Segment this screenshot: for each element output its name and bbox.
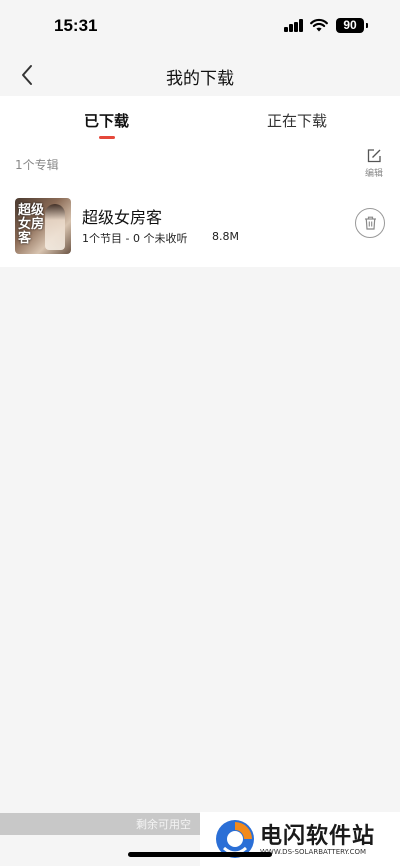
edit-button[interactable]: 编辑	[360, 148, 388, 182]
trash-icon	[365, 216, 376, 230]
watermark-title: 电闪软件站	[260, 824, 376, 849]
wifi-icon	[310, 18, 328, 32]
downloads-panel: 已下载 正在下载 1个专辑 编辑 超级女房客 超级女房客 1个节目 - 0 个未…	[0, 96, 400, 267]
delete-button[interactable]	[355, 208, 385, 238]
storage-text: 剩余可用空	[136, 818, 191, 831]
album-meta: 1个节目 - 0 个未收听	[82, 232, 188, 245]
cellular-signal-icon	[284, 19, 304, 32]
edit-label: 编辑	[364, 169, 383, 179]
cover-title-art: 超级女房客	[18, 203, 45, 246]
watermark-url: WWW.DS-SOLARBATTERY.COM	[260, 848, 367, 856]
page-title: 我的下载	[166, 69, 234, 89]
watermark: 电闪软件站 WWW.DS-SOLARBATTERY.COM	[200, 812, 400, 866]
album-row[interactable]: 超级女房客 超级女房客 1个节目 - 0 个未收听 8.8M	[0, 196, 400, 256]
status-bar: 15:31 90	[0, 0, 400, 52]
cover-figure	[45, 204, 65, 250]
status-time: 15:31	[54, 16, 98, 35]
album-size: 8.8M	[212, 230, 239, 243]
nav-bar: 我的下载	[0, 52, 400, 96]
battery-indicator: 90	[336, 18, 368, 33]
home-indicator[interactable]	[128, 852, 272, 857]
album-count: 1个专辑	[15, 158, 59, 172]
tab-downloaded[interactable]: 已下载	[84, 110, 129, 131]
tab-downloading[interactable]: 正在下载	[267, 110, 327, 131]
edit-icon	[367, 149, 381, 163]
album-cover: 超级女房客	[15, 198, 71, 254]
active-tab-indicator	[99, 136, 115, 139]
album-title: 超级女房客	[82, 208, 163, 227]
